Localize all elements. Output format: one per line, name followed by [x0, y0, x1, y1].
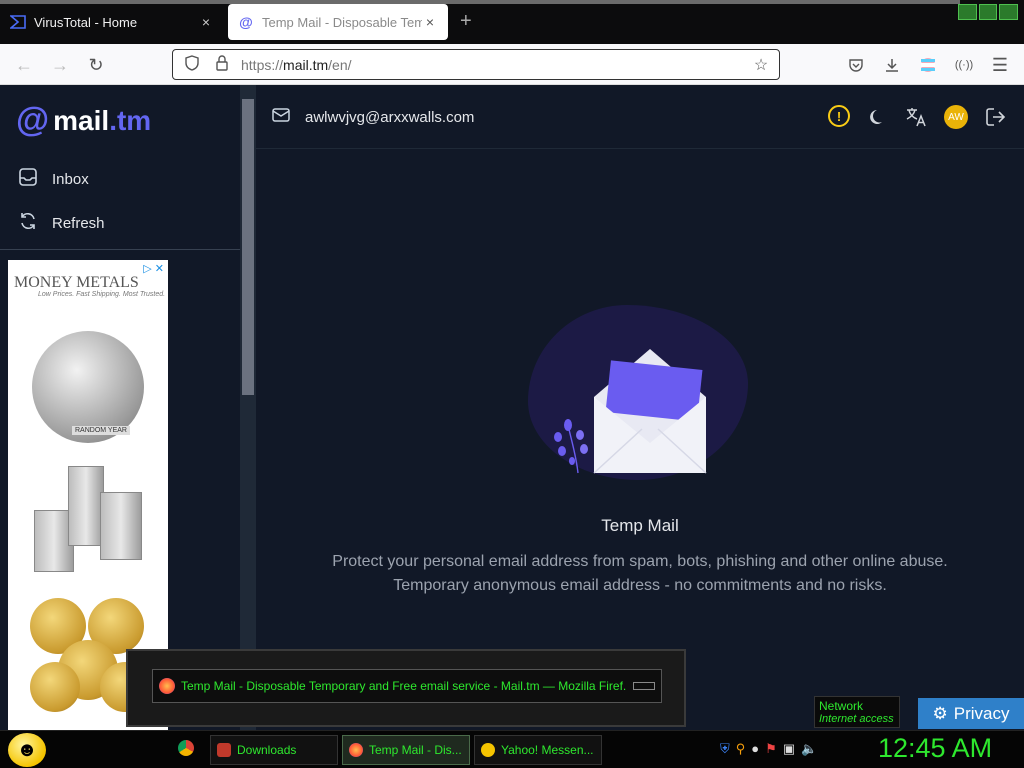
- shield-tray-icon[interactable]: ⛨: [720, 741, 730, 757]
- bookmark-star-icon[interactable]: ☆: [749, 55, 773, 75]
- new-tab-button[interactable]: +: [460, 10, 472, 33]
- silver-bar-image: [68, 466, 104, 546]
- ad-choices-icon[interactable]: ▷ ✕: [143, 262, 164, 275]
- gold-coin-image: [30, 662, 80, 712]
- virustotal-icon: [10, 14, 26, 30]
- network-tooltip: Network Internet access: [814, 696, 900, 728]
- tab-temp-mail[interactable]: @ Temp Mail - Disposable Tempo ×: [228, 4, 448, 40]
- preview-window-title: Temp Mail - Disposable Temporary and Fre…: [181, 679, 627, 693]
- sidebar-scrollbar[interactable]: [240, 85, 256, 730]
- minimize-icon[interactable]: [633, 682, 655, 690]
- network-tray-icon[interactable]: ▣: [783, 741, 795, 757]
- navigation-bar: ← → ↻ https://mail.tm/en/ ☆ ((·)) ☰: [0, 44, 1024, 85]
- translate-icon[interactable]: [904, 105, 928, 129]
- clock[interactable]: 12:45 AM: [878, 733, 992, 764]
- close-tab-icon[interactable]: ×: [422, 14, 438, 30]
- preview-title-bar[interactable]: Temp Mail - Disposable Temporary and Fre…: [152, 669, 662, 703]
- firefox-icon: [159, 678, 175, 694]
- taskbar-item-yahoo-messenger[interactable]: Yahoo! Messen...: [474, 735, 602, 765]
- moon-icon[interactable]: [866, 105, 890, 129]
- flag-tray-icon[interactable]: ⚑: [765, 741, 777, 757]
- mail-icon: [272, 107, 290, 128]
- forward-arrow-icon[interactable]: →: [48, 53, 72, 77]
- hero-title: Temp Mail: [601, 516, 679, 535]
- volume-icon[interactable]: 🔈: [801, 741, 817, 757]
- hero-description-line: Temporary anonymous email address - no c…: [393, 577, 887, 594]
- folder-icon: [217, 743, 231, 757]
- privacy-button[interactable]: ⚙ Privacy: [918, 698, 1024, 729]
- url-text[interactable]: https://mail.tm/en/: [241, 57, 749, 73]
- sidebar-item-label: Refresh: [52, 215, 105, 232]
- tab-title: VirusTotal - Home: [34, 14, 138, 30]
- refresh-icon: [16, 211, 40, 236]
- coin-label: RANDOM YEAR: [72, 426, 130, 435]
- plant-illustration: [554, 419, 588, 474]
- chat-tray-icon[interactable]: ●: [751, 741, 759, 757]
- taskbar: ☻ Downloads Temp Mail - Dis... Yahoo! Me…: [0, 730, 1024, 768]
- extension-icon[interactable]: ((·)): [952, 53, 976, 77]
- browser-tab-strip: VirusTotal - Home × @ Temp Mail - Dispos…: [0, 0, 1024, 44]
- page-header: awlwvjvg@arxxwalls.com ! AW: [256, 85, 1024, 149]
- chrome-icon[interactable]: [178, 740, 194, 756]
- privacy-label: Privacy: [953, 703, 1010, 723]
- mail-tm-logo[interactable]: @ mail .tm: [16, 101, 151, 140]
- sidebar-item-label: Inbox: [52, 171, 89, 188]
- extension-flag-icon[interactable]: [916, 53, 940, 77]
- mail-tm-page: @ mail .tm Inbox Refresh ▷ ✕ MONEY METALS …: [0, 85, 1024, 730]
- at-sign-icon: @: [239, 14, 253, 30]
- scrollbar-thumb[interactable]: [242, 99, 254, 395]
- network-title: Network: [819, 699, 864, 713]
- sidebar-item-refresh[interactable]: Refresh: [16, 211, 105, 236]
- taskbar-item-downloads[interactable]: Downloads: [210, 735, 338, 765]
- avatar[interactable]: AW: [944, 105, 968, 129]
- ad-tagline: Low Prices. Fast Shipping. Most Trusted.: [38, 291, 166, 298]
- sidebar: @ mail .tm Inbox Refresh ▷ ✕ MONEY METALS …: [0, 85, 240, 730]
- tab-title: Temp Mail - Disposable Tempo: [262, 14, 422, 30]
- silver-bar-image: [100, 492, 142, 560]
- address-bar[interactable]: https://mail.tm/en/ ☆: [172, 49, 780, 80]
- system-tray: ⛨ ⚲ ● ⚑ ▣ 🔈: [720, 741, 817, 757]
- hamburger-menu-icon[interactable]: ☰: [988, 53, 1012, 77]
- sidebar-divider: [0, 249, 240, 250]
- hero-description: Protect your personal email address from…: [256, 550, 1024, 598]
- search-tray-icon[interactable]: ⚲: [736, 741, 746, 757]
- logout-icon[interactable]: [984, 105, 1008, 129]
- ad-brand: MONEY METALS: [14, 274, 139, 291]
- lock-icon[interactable]: [211, 55, 233, 74]
- hero-description-line: Protect your personal email address from…: [332, 553, 948, 570]
- sidebar-item-inbox[interactable]: Inbox: [16, 167, 89, 192]
- alert-icon[interactable]: !: [828, 105, 850, 127]
- network-status: Internet access: [819, 713, 894, 725]
- taskbar-item-temp-mail[interactable]: Temp Mail - Dis...: [342, 735, 470, 765]
- yahoo-messenger-icon: [481, 743, 495, 757]
- start-smiley-icon[interactable]: ☻: [8, 733, 46, 767]
- firefox-icon: [349, 743, 363, 757]
- pocket-icon[interactable]: [844, 53, 868, 77]
- taskbar-window-preview[interactable]: Temp Mail - Disposable Temporary and Fre…: [126, 649, 686, 727]
- reload-icon[interactable]: ↻: [84, 53, 108, 77]
- gear-icon: ⚙: [932, 703, 948, 723]
- tab-virustotal[interactable]: VirusTotal - Home ×: [0, 4, 224, 40]
- back-arrow-icon[interactable]: ←: [12, 53, 36, 77]
- download-icon[interactable]: [880, 53, 904, 77]
- close-tab-icon[interactable]: ×: [198, 14, 214, 30]
- envelope-illustration: [593, 349, 707, 474]
- window-controls[interactable]: [958, 4, 1019, 20]
- email-address[interactable]: awlwvjvg@arxxwalls.com: [305, 109, 474, 126]
- inbox-icon: [16, 167, 40, 192]
- shield-icon[interactable]: [181, 55, 203, 74]
